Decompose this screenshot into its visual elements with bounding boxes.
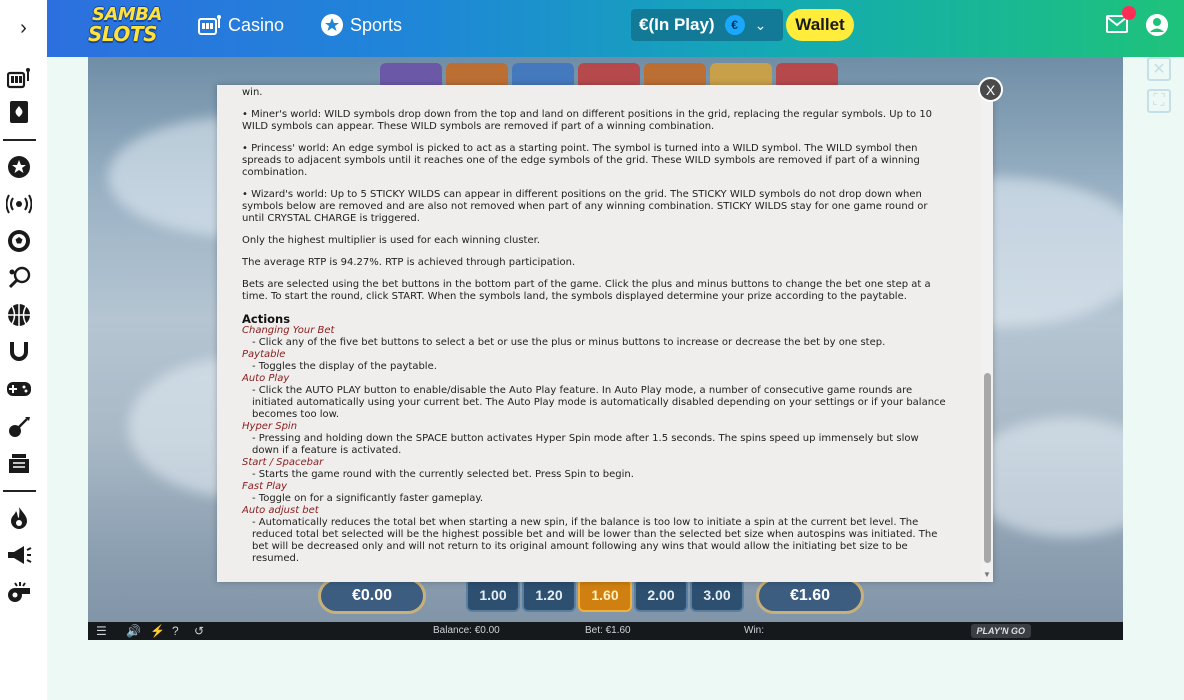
- sidebar: [0, 57, 47, 700]
- action-description: - Pressing and holding down the SPACE bu…: [252, 433, 919, 456]
- sound-icon[interactable]: 🔊: [126, 624, 141, 638]
- euro-currency-icon: €: [724, 15, 745, 35]
- star-badge-icon: [321, 14, 343, 36]
- rule-paragraph: The average RTP is 94.27%. RTP is achiev…: [242, 257, 576, 268]
- tennis-icon[interactable]: [6, 265, 32, 291]
- bet-option-button[interactable]: 1.20: [522, 578, 576, 612]
- close-game-icon[interactable]: ✕: [1147, 57, 1171, 81]
- action-description: - Starts the game round with the current…: [252, 469, 634, 480]
- wallet-button[interactable]: Wallet: [786, 9, 854, 41]
- action-title: Changing Your Bet: [242, 325, 335, 336]
- action-title: Start / Spacebar: [242, 457, 324, 468]
- sidebar-divider: [3, 490, 36, 492]
- actions-list: Changing Your Bet - Click any of the fiv…: [242, 325, 947, 565]
- rule-paragraph: • Princess' world: An edge symbol is pic…: [242, 143, 920, 178]
- bet-option-button[interactable]: 2.00: [634, 578, 688, 612]
- bet-option-button[interactable]: 3.00: [690, 578, 744, 612]
- top-bar: › SAMBA SLOTS Casino Sports €(In Play) €…: [0, 0, 1184, 57]
- rule-paragraph: • Miner's world: WILD symbols drop down …: [242, 109, 933, 132]
- whistle-icon[interactable]: [6, 579, 32, 605]
- live-icon[interactable]: [6, 191, 32, 217]
- samba-slots-logo[interactable]: SAMBA SLOTS: [86, 6, 178, 48]
- rule-paragraph: • Wizard's world: Up to 5 STICKY WILDS c…: [242, 189, 928, 224]
- slot-machine-icon: [198, 15, 221, 35]
- chevron-right-icon: ›: [20, 17, 27, 39]
- user-account-icon[interactable]: [1146, 14, 1168, 36]
- history-icon[interactable]: ↺: [194, 624, 204, 638]
- rule-paragraph: Bets are selected using the bet buttons …: [242, 279, 931, 302]
- gamepad-icon[interactable]: [6, 376, 32, 402]
- megaphone-icon[interactable]: [6, 542, 32, 568]
- action-description: - Automatically reduces the total bet wh…: [252, 517, 938, 564]
- scrollbar-thumb[interactable]: [984, 373, 991, 563]
- menu-icon[interactable]: ☰: [96, 624, 107, 638]
- action-title: Hyper Spin: [242, 421, 298, 432]
- scroll-down-icon[interactable]: ▼: [983, 570, 991, 579]
- bet-option-button[interactable]: 1.00: [466, 578, 520, 612]
- bet-status: Bet: €1.60: [585, 625, 631, 636]
- cards-icon[interactable]: [6, 99, 32, 125]
- action-description: - Click the AUTO PLAY button to enable/d…: [252, 385, 946, 420]
- soccer-icon[interactable]: [6, 228, 32, 254]
- rules-content: win. • Miner's world: WILD symbols drop …: [242, 85, 947, 565]
- action-description: - Click any of the five bet buttons to s…: [252, 337, 886, 348]
- sports-star-icon[interactable]: [6, 154, 32, 180]
- sidebar-toggle-button[interactable]: ›: [0, 0, 47, 57]
- nav-casino-link[interactable]: Casino: [198, 12, 284, 38]
- hot-flame-icon[interactable]: [6, 505, 32, 531]
- chevron-down-icon: ⌄: [754, 16, 767, 33]
- balance-status: Balance: €0.00: [433, 625, 500, 636]
- rule-paragraph: Only the highest multiplier is used for …: [242, 235, 541, 246]
- nav-sports-link[interactable]: Sports: [320, 12, 402, 38]
- win-status: Win:: [744, 625, 764, 636]
- fullscreen-icon[interactable]: ⛶: [1147, 89, 1171, 113]
- win-amount-display: €0.00: [318, 578, 426, 614]
- modal-scrollbar[interactable]: ▲ ▼: [981, 85, 993, 582]
- game-rules-modal[interactable]: win. • Miner's world: WILD symbols drop …: [217, 85, 993, 582]
- action-title: Fast Play: [242, 481, 288, 492]
- casino-icon[interactable]: [6, 65, 32, 91]
- close-modal-button[interactable]: X: [978, 77, 1003, 102]
- bet-amount-display: €1.60: [756, 578, 864, 614]
- lightning-icon[interactable]: ⚡: [150, 624, 165, 638]
- actions-heading: Actions: [242, 312, 291, 326]
- basketball-icon[interactable]: [6, 302, 32, 328]
- action-title: Auto Play: [242, 373, 290, 384]
- tickets-icon[interactable]: [6, 451, 32, 477]
- rules-partial-line: win.: [242, 87, 263, 98]
- action-description: - Toggles the display of the paytable.: [252, 361, 437, 372]
- darts-icon[interactable]: [6, 414, 32, 440]
- action-description: - Toggle on for a significantly faster g…: [252, 493, 484, 504]
- help-icon[interactable]: ?: [172, 624, 179, 638]
- sidebar-divider: [3, 139, 36, 141]
- rules-list: • Miner's world: WILD symbols drop down …: [242, 109, 947, 303]
- balance-label: €(In Play): [639, 15, 715, 34]
- action-title: Auto adjust bet: [242, 505, 319, 516]
- game-status-bar: ☰ 🔊 ⚡ ? ↺ Balance: €0.00 Bet: €1.60 Win:…: [88, 622, 1123, 640]
- balance-dropdown[interactable]: €(In Play) € ⌄: [631, 9, 783, 41]
- notification-badge: [1122, 6, 1136, 20]
- horseshoe-icon[interactable]: [6, 339, 32, 365]
- playngo-logo: PLAY'N GO: [970, 624, 1031, 638]
- bet-option-button-selected[interactable]: 1.60: [578, 578, 632, 612]
- action-title: Paytable: [242, 349, 286, 360]
